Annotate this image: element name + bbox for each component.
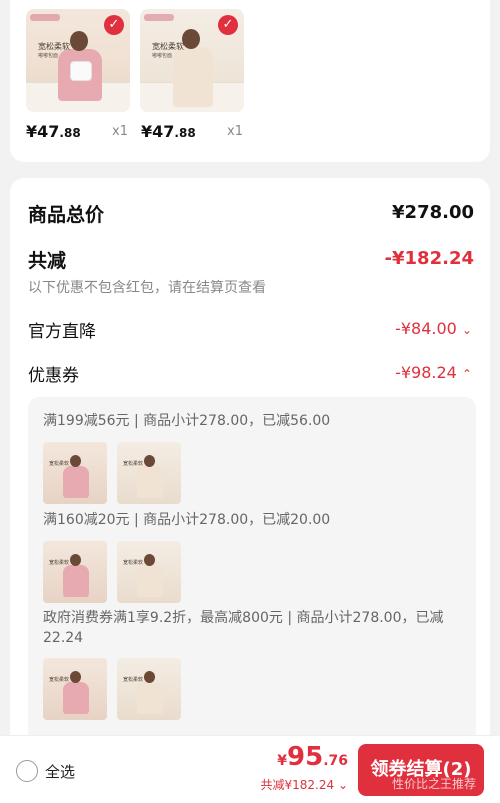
total-value: ¥278.00 bbox=[392, 202, 474, 223]
brand-logo bbox=[30, 14, 60, 21]
select-all-radio-icon[interactable] bbox=[16, 760, 38, 782]
product-thumbnail: 宽松柔软 bbox=[117, 658, 181, 720]
product-thumbnail: 宽松柔软 bbox=[43, 541, 107, 603]
coupon-label: 优惠券 bbox=[28, 366, 79, 386]
product-promo-text: 宽松柔软 bbox=[38, 42, 70, 51]
price-summary-card: 商品总价 ¥278.00 共减 -¥182.24 以下优惠不包含红包，请在结算页… bbox=[10, 178, 490, 803]
product-price: ¥47.88 bbox=[141, 122, 196, 141]
coupon-rule: 满199减56元 | 商品小计278.00，已减56.00 bbox=[43, 413, 331, 429]
pay-amount: ¥95.76 bbox=[277, 742, 348, 772]
product-quantity: x1 bbox=[227, 124, 243, 139]
saved-amount-toggle[interactable]: 共减¥182.24 ⌄ bbox=[260, 776, 348, 793]
coupon-toggle[interactable]: -¥98.24 ⌃ bbox=[395, 363, 472, 382]
product-image[interactable]: 宽松柔软 嘟嘟包面 ✓ bbox=[140, 9, 244, 112]
total-label: 商品总价 bbox=[28, 204, 105, 226]
brand-logo bbox=[144, 14, 174, 21]
checkmark-icon[interactable]: ✓ bbox=[104, 15, 124, 35]
product-promo-subtext: 嘟嘟包面 bbox=[152, 53, 173, 59]
watermark: 性价比之王推荐 bbox=[392, 777, 477, 791]
chevron-up-icon: ⌃ bbox=[461, 367, 472, 381]
chevron-down-icon: ⌄ bbox=[337, 778, 348, 792]
discount-label: 共减 bbox=[28, 250, 67, 272]
select-all-label[interactable]: 全选 bbox=[45, 761, 75, 782]
product-thumbnail: 宽松柔软 bbox=[43, 442, 107, 504]
official-discount-toggle[interactable]: -¥84.00 ⌄ bbox=[395, 319, 472, 338]
product-thumbnail: 宽松柔软 bbox=[117, 442, 181, 504]
product-quantity: x1 bbox=[112, 124, 128, 139]
chevron-down-icon: ⌄ bbox=[461, 323, 472, 337]
checkmark-icon[interactable]: ✓ bbox=[218, 15, 238, 35]
coupon-rule: 政府消费券满1享9.2折，最高减800元 | 商品小计278.00，已减22.2… bbox=[43, 610, 444, 646]
coupon-rule: 满160减20元 | 商品小计278.00，已减20.00 bbox=[43, 512, 331, 528]
selected-products-card: 宽松柔软 嘟嘟包面 ✓ 宽松柔软 嘟嘟包面 ✓ ¥47.88 x1 ¥47.88… bbox=[10, 0, 490, 162]
product-thumbnail: 宽松柔软 bbox=[117, 541, 181, 603]
discount-value: -¥182.24 bbox=[384, 248, 474, 269]
discount-note: 以下优惠不包含红包，请在结算页查看 bbox=[28, 280, 266, 296]
official-discount-label: 官方直降 bbox=[28, 322, 96, 342]
product-price: ¥47.88 bbox=[26, 122, 81, 141]
product-image[interactable]: 宽松柔软 嘟嘟包面 ✓ bbox=[26, 9, 130, 112]
checkout-bar: 全选 ¥95.76 共减¥182.24 ⌄ 领券结算(2) bbox=[0, 735, 500, 803]
product-promo-text: 宽松柔软 bbox=[152, 42, 184, 51]
product-promo-subtext: 嘟嘟包面 bbox=[38, 53, 59, 59]
product-thumbnail: 宽松柔软 bbox=[43, 658, 107, 720]
